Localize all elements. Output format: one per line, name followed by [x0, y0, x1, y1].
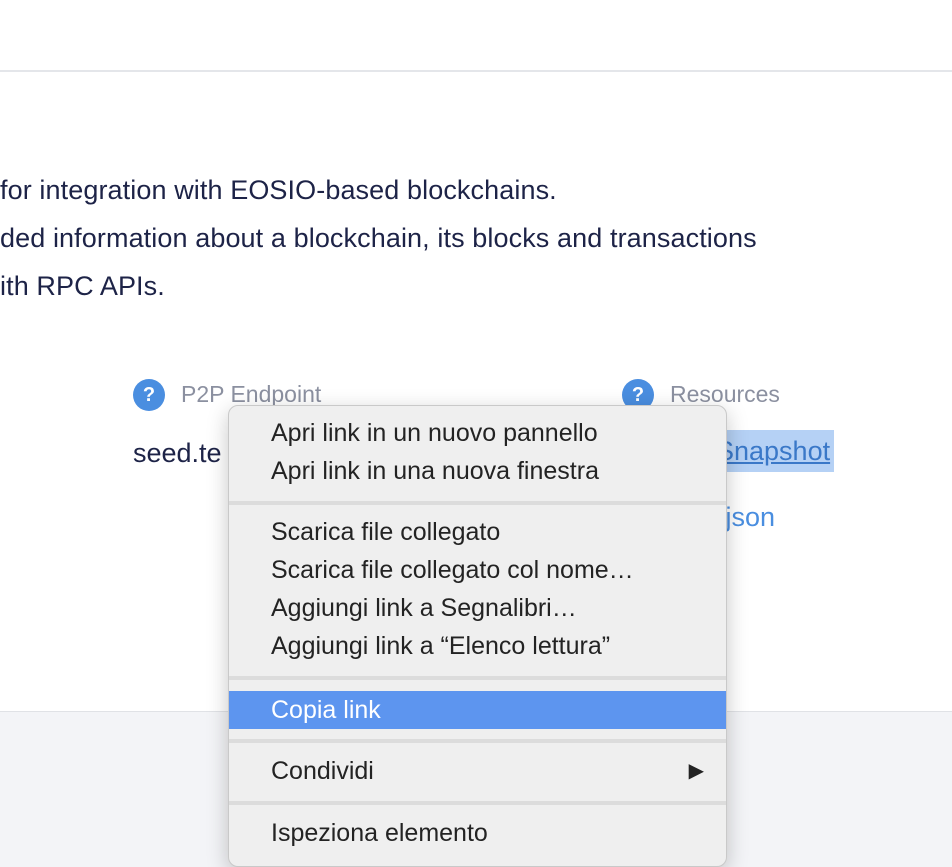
- menu-item-label: Apri link in un nuovo pannello: [271, 419, 598, 447]
- snapshot-link[interactable]: Snapshot: [712, 430, 835, 472]
- menu-item-label: Aggiungi link a Segnalibri…: [271, 594, 577, 622]
- menu-add-to-reading-list[interactable]: Aggiungi link a “Elenco lettura”: [229, 627, 726, 665]
- menu-item-label: Apri link in una nuova finestra: [271, 457, 599, 485]
- context-menu: Apri link in un nuovo pannello Apri link…: [228, 405, 727, 867]
- menu-download-linked-file[interactable]: Scarica file collegato: [229, 513, 726, 551]
- p2p-endpoint-label: P2P Endpoint: [181, 381, 322, 407]
- menu-item-label: Scarica file collegato col nome…: [271, 556, 634, 584]
- top-bar: [0, 0, 952, 72]
- intro-line-2: ded information about a blockchain, its …: [0, 223, 757, 253]
- menu-separator: [229, 801, 726, 805]
- menu-item-label: Aggiungi link a “Elenco lettura”: [271, 632, 611, 660]
- resources-label: Resources: [670, 381, 780, 407]
- menu-open-new-window[interactable]: Apri link in una nuova finestra: [229, 452, 726, 490]
- menu-separator: [229, 501, 726, 505]
- menu-item-label: Ispeziona elemento: [271, 819, 488, 847]
- menu-copy-link[interactable]: Copia link: [229, 691, 726, 729]
- menu-item-label: Scarica file collegato: [271, 518, 501, 546]
- menu-item-label: Copia link: [271, 696, 381, 724]
- menu-item-label: Condividi: [271, 757, 374, 785]
- submenu-arrow-icon: ▶: [688, 760, 704, 782]
- menu-share[interactable]: Condividi ▶: [229, 752, 726, 790]
- intro-line-3: ith RPC APIs.: [0, 271, 165, 301]
- menu-add-to-bookmarks[interactable]: Aggiungi link a Segnalibri…: [229, 589, 726, 627]
- menu-download-linked-file-as[interactable]: Scarica file collegato col nome…: [229, 551, 726, 589]
- p2p-endpoint-value[interactable]: seed.te: [133, 438, 222, 469]
- menu-open-new-tab[interactable]: Apri link in un nuovo pannello: [229, 414, 726, 452]
- intro-line-1: for integration with EOSIO-based blockch…: [0, 175, 557, 205]
- menu-inspect-element[interactable]: Ispeziona elemento: [229, 814, 726, 852]
- menu-separator: [229, 676, 726, 680]
- menu-separator: [229, 739, 726, 743]
- help-icon[interactable]: ?: [133, 379, 165, 411]
